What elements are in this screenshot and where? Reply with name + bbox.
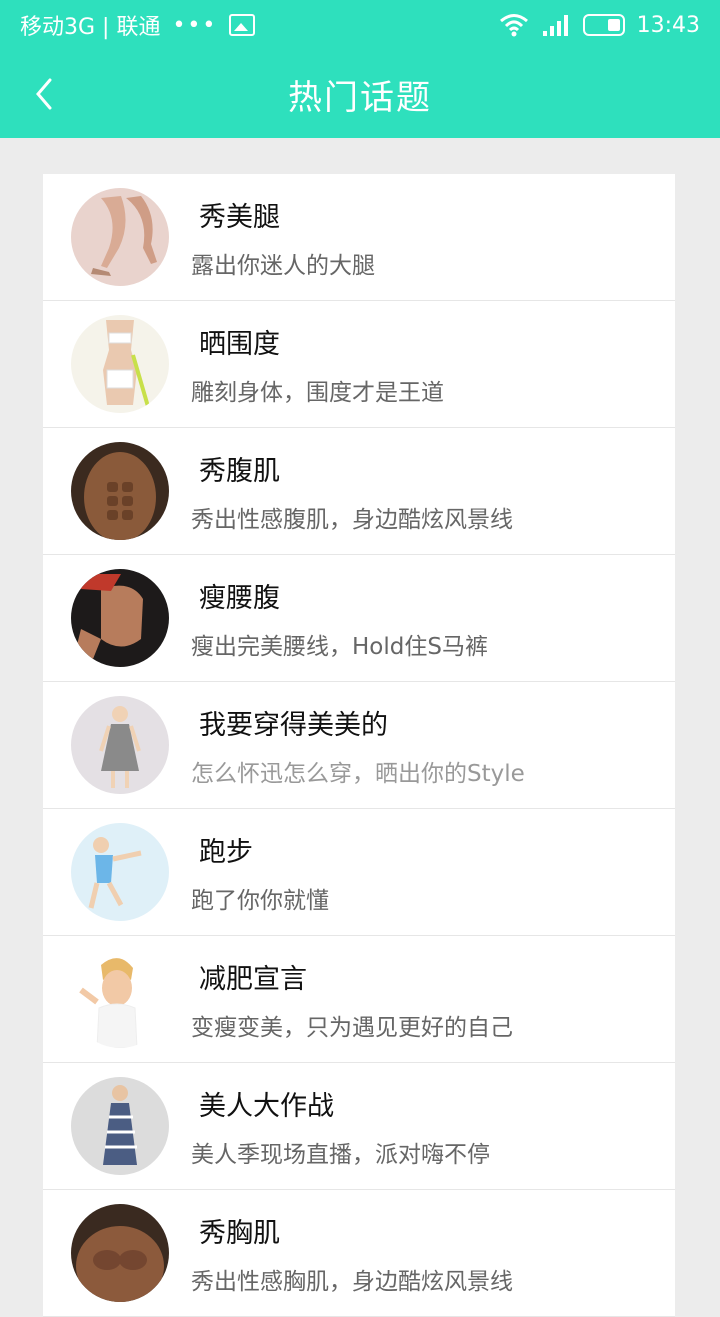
- running-avatar-image: [71, 823, 169, 921]
- beauty-avatar-image: [71, 1077, 169, 1175]
- topic-desc: 雕刻身体，围度才是王道: [191, 379, 444, 406]
- topic-desc: 美人季现场直播，派对嗨不停: [191, 1141, 490, 1168]
- wifi-icon: [499, 14, 528, 37]
- battery-icon: [582, 14, 625, 36]
- legs-avatar-image: [71, 188, 169, 286]
- topic-item-chest[interactable]: 秀胸肌 秀出性感胸肌，身边酷炫风景线: [43, 1190, 675, 1317]
- page-title: 热门话题: [288, 77, 432, 118]
- signal-icon: [542, 15, 568, 36]
- measurements-avatar-image: [71, 315, 169, 413]
- topic-item-running[interactable]: 跑步 跑了你你就懂: [43, 809, 675, 936]
- app-header: 热门话题: [0, 50, 720, 138]
- topic-desc: 瘦出完美腰线，Hold住S马裤: [191, 633, 488, 660]
- abs-avatar-image: [71, 442, 169, 540]
- topic-name: 减肥宣言: [199, 963, 307, 995]
- topic-item-outfit[interactable]: 我要穿得美美的 怎么怀迅怎么穿，晒出你的Style: [43, 682, 675, 809]
- outfit-avatar-image: [71, 696, 169, 794]
- topic-item-measurements[interactable]: 晒围度 雕刻身体，围度才是王道: [43, 301, 675, 428]
- topic-name: 晒围度: [199, 328, 280, 360]
- more-notifications-icon: •••: [172, 12, 218, 38]
- topic-name: 瘦腰腹: [199, 582, 280, 614]
- topic-desc: 露出你迷人的大腿: [191, 252, 375, 279]
- picture-notification-icon: [229, 14, 256, 36]
- topic-item-abs[interactable]: 秀腹肌 秀出性感腹肌，身边酷炫风景线: [43, 428, 675, 555]
- topic-name: 秀美腿: [199, 201, 280, 233]
- back-button[interactable]: [30, 74, 60, 114]
- carrier-text: 移动3G | 联通: [20, 15, 161, 40]
- topic-list: 秀美腿 露出你迷人的大腿 晒围度 雕刻身体，围度才是王道 秀腹肌 秀出性感腹肌，…: [43, 174, 675, 1317]
- topic-name: 秀腹肌: [199, 455, 280, 487]
- topic-item-waist[interactable]: 瘦腰腹 瘦出完美腰线，Hold住S马裤: [43, 555, 675, 682]
- topic-name: 美人大作战: [199, 1090, 334, 1122]
- status-bar: 移动3G | 联通 ••• 13:43: [0, 0, 720, 50]
- topic-desc: 秀出性感腹肌，身边酷炫风景线: [191, 506, 513, 533]
- topic-name: 秀胸肌: [199, 1217, 280, 1249]
- topic-item-diet[interactable]: 减肥宣言 变瘦变美，只为遇见更好的自己: [43, 936, 675, 1063]
- topic-desc: 秀出性感胸肌，身边酷炫风景线: [191, 1268, 513, 1295]
- waist-avatar-image: [71, 569, 169, 667]
- topic-desc: 怎么怀迅怎么穿，晒出你的Style: [191, 760, 525, 787]
- clock: 13:43: [636, 12, 700, 38]
- diet-avatar-image: [71, 950, 169, 1048]
- topic-desc: 变瘦变美，只为遇见更好的自己: [191, 1014, 513, 1041]
- topic-item-legs[interactable]: 秀美腿 露出你迷人的大腿: [43, 174, 675, 301]
- topic-item-beauty[interactable]: 美人大作战 美人季现场直播，派对嗨不停: [43, 1063, 675, 1190]
- topic-desc: 跑了你你就懂: [191, 887, 329, 914]
- chest-avatar-image: [71, 1204, 169, 1302]
- topic-name: 我要穿得美美的: [199, 709, 388, 741]
- topic-name: 跑步: [199, 836, 253, 868]
